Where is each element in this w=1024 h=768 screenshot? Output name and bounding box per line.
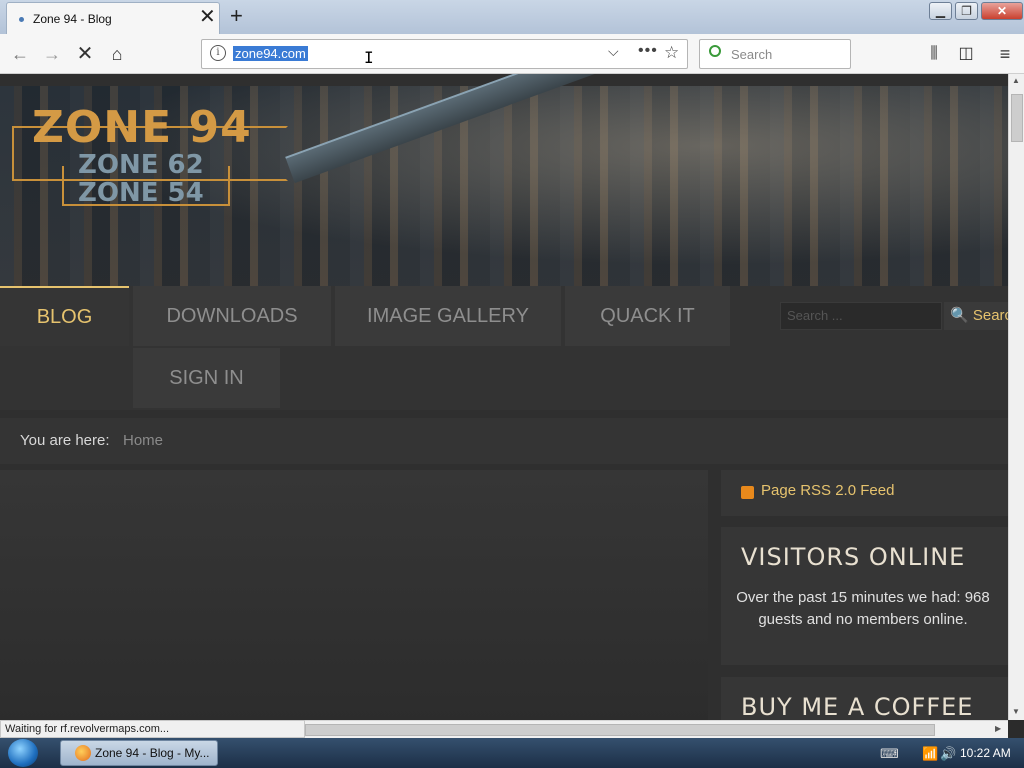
- menu-item-image-gallery[interactable]: IMAGE GALLERY: [335, 286, 561, 346]
- scroll-right-icon[interactable]: ▶: [995, 724, 1001, 733]
- vertical-scrollbar[interactable]: ▲ ▼: [1008, 74, 1024, 720]
- taskbar-clock[interactable]: 10:22 AM: [960, 746, 1011, 760]
- menu-icon[interactable]: ≡: [993, 42, 1017, 66]
- library-icon[interactable]: ⫼: [922, 42, 946, 66]
- breadcrumb-home: Home: [123, 432, 164, 449]
- navigation-toolbar: ← → ✕ ⌂ i zone94.com ⌵ ••• ☆ I Search ⫼ …: [0, 34, 1024, 74]
- rss-feed-link[interactable]: Page RSS 2.0 Feed: [761, 482, 894, 499]
- start-button[interactable]: [8, 739, 38, 767]
- text-cursor-icon: I: [364, 48, 374, 67]
- tab-title: Zone 94 - Blog: [33, 12, 112, 26]
- search-icon: [709, 45, 721, 57]
- logo-subtitle-1: ZONE 62: [78, 150, 204, 180]
- site-logo[interactable]: ZONE 94: [32, 102, 252, 153]
- menu-item-blog[interactable]: BLOG: [0, 286, 129, 346]
- taskbar-item-label: Zone 94 - Blog - My...: [95, 746, 210, 760]
- scroll-up-icon[interactable]: ▲: [1012, 76, 1020, 85]
- scroll-down-icon[interactable]: ▼: [1012, 707, 1020, 716]
- search-placeholder: Search: [731, 47, 773, 62]
- windows-taskbar: Zone 94 - Blog - My... ⌨ 📶 🔊 10:22 AM: [0, 738, 1024, 768]
- menu-item-quack-it[interactable]: QUACK IT: [565, 286, 730, 346]
- close-window-button[interactable]: ✕: [981, 2, 1023, 20]
- taskbar-item-firefox[interactable]: Zone 94 - Blog - My...: [60, 740, 218, 766]
- forward-arrow-icon[interactable]: →: [40, 42, 64, 66]
- page-viewport: ZONE 94 ZONE 62 ZONE 54 BLOG DOWNLOADS I…: [0, 74, 1008, 720]
- menu-item-downloads[interactable]: DOWNLOADS: [133, 286, 331, 346]
- volume-icon[interactable]: 🔊: [940, 746, 956, 762]
- horizontal-scrollbar[interactable]: ▶: [305, 720, 1008, 738]
- logo-subtitle-2: ZONE 54: [78, 178, 204, 208]
- visitors-online-title: VISITORS ONLINE: [741, 543, 966, 571]
- main-content-area: [0, 470, 708, 720]
- keyboard-icon[interactable]: ⌨: [880, 746, 899, 762]
- site-search-button[interactable]: 🔍 Search: [944, 302, 1008, 330]
- firefox-icon: [75, 745, 91, 761]
- home-icon[interactable]: ⌂: [105, 42, 129, 66]
- buy-me-a-coffee-title: BUY ME A COFFEE: [741, 693, 974, 720]
- search-icon: 🔍: [950, 307, 969, 324]
- menu-item-sign-in[interactable]: SIGN IN: [133, 348, 280, 408]
- rss-feed-module: Page RSS 2.0 Feed: [721, 470, 1008, 516]
- url-input[interactable]: zone94.com: [233, 46, 308, 61]
- new-tab-button[interactable]: +: [230, 3, 243, 29]
- status-bar: Waiting for rf.revolvermaps.com...: [0, 720, 305, 738]
- visitors-online-module: VISITORS ONLINE Over the past 15 minutes…: [721, 527, 1008, 665]
- tab-close-icon[interactable]: ✕: [199, 7, 216, 27]
- site-banner: ZONE 94 ZONE 62 ZONE 54: [0, 74, 1008, 286]
- site-search-input[interactable]: Search ...: [780, 302, 942, 330]
- tab-loading-dot-icon: [19, 17, 24, 22]
- maximize-button[interactable]: ❐: [955, 2, 978, 20]
- tab-strip: Zone 94 - Blog ✕ + ▁ ❐ ✕: [0, 0, 1024, 34]
- buy-me-a-coffee-module: BUY ME A COFFEE: [721, 677, 1008, 720]
- info-icon[interactable]: i: [210, 45, 226, 61]
- sidebar-icon[interactable]: ◫: [954, 42, 978, 66]
- tab-zone94[interactable]: Zone 94 - Blog ✕: [6, 2, 220, 34]
- horizontal-scrollbar-thumb[interactable]: [305, 724, 935, 736]
- stop-icon[interactable]: ✕: [73, 42, 97, 66]
- site-main-menu: BLOG DOWNLOADS IMAGE GALLERY QUACK IT SI…: [0, 286, 1008, 410]
- minimize-button[interactable]: ▁: [929, 2, 952, 20]
- bookmark-star-icon[interactable]: ☆: [664, 43, 679, 63]
- network-icon[interactable]: 📶: [922, 746, 938, 762]
- rss-icon: [741, 486, 754, 499]
- url-bar[interactable]: i zone94.com ⌵ ••• ☆: [201, 39, 688, 69]
- back-arrow-icon[interactable]: ←: [8, 42, 32, 66]
- breadcrumb: You are here: Home: [0, 418, 1008, 464]
- visitors-online-text: Over the past 15 minutes we had: 968 gue…: [736, 589, 990, 628]
- browser-search-input[interactable]: Search: [699, 39, 851, 69]
- vertical-scrollbar-thumb[interactable]: [1011, 94, 1023, 142]
- chevron-down-icon[interactable]: ⌵: [608, 43, 619, 60]
- more-dots-icon[interactable]: •••: [638, 42, 658, 60]
- site-search-button-label: Search: [972, 307, 1008, 324]
- breadcrumb-label: You are here:: [20, 432, 110, 449]
